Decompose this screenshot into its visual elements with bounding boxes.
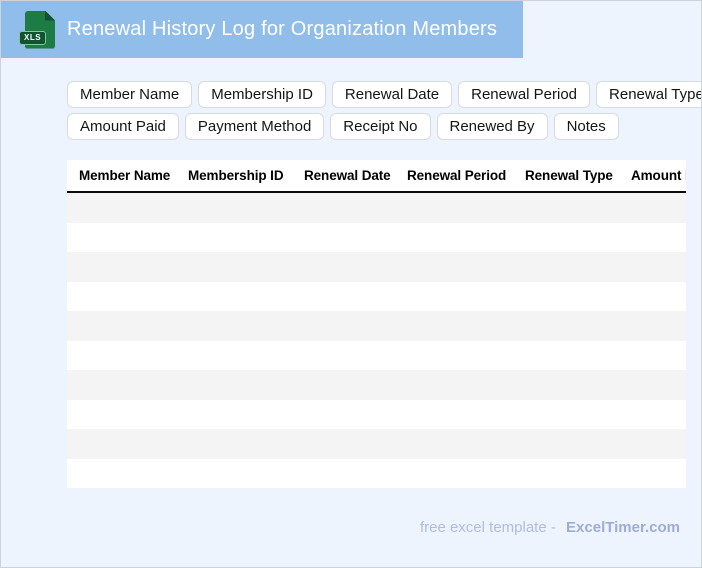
table-row — [67, 222, 686, 253]
chip-renewal-date[interactable]: Renewal Date — [331, 81, 453, 108]
col-header-renewal-type: Renewal Type — [525, 168, 613, 183]
footer-text: free excel template - — [419, 519, 556, 536]
footer-credit: free excel template - ExcelTimer.com — [420, 519, 680, 536]
chip-member-name[interactable]: Member Name — [67, 81, 193, 108]
table-viewport: Member Name Membership ID Renewal Date R… — [67, 160, 686, 491]
title-bar: XLS Renewal History Log for Organization… — [1, 1, 523, 58]
chip-row-2: Amount Paid Payment Method Receipt No Re… — [67, 113, 697, 140]
table-row — [67, 281, 686, 312]
xls-badge-label: XLS — [19, 30, 47, 45]
chip-row-1: Member Name Membership ID Renewal Date R… — [67, 81, 701, 108]
table-row — [67, 311, 686, 341]
col-header-amount-paid: Amount Paid — [631, 168, 686, 183]
chip-amount-paid[interactable]: Amount Paid — [67, 113, 179, 140]
col-header-renewal-period: Renewal Period — [407, 168, 507, 183]
xls-file-icon: XLS — [19, 10, 55, 49]
col-header-member-name: Member Name — [79, 168, 171, 183]
chip-receipt-no[interactable]: Receipt No — [330, 113, 431, 140]
table-row — [67, 429, 686, 459]
chip-renewed-by[interactable]: Renewed By — [436, 113, 548, 140]
column-chips: Member Name Membership ID Renewal Date R… — [67, 81, 701, 145]
table-row — [67, 340, 686, 371]
chip-membership-id[interactable]: Membership ID — [198, 81, 326, 108]
footer-brand-link[interactable]: ExcelTimer.com — [566, 519, 680, 536]
chip-payment-method[interactable]: Payment Method — [184, 113, 325, 140]
table-rows — [67, 193, 686, 489]
chip-renewal-period[interactable]: Renewal Period — [458, 81, 591, 108]
page: XLS Renewal History Log for Organization… — [0, 0, 702, 568]
chip-renewal-type[interactable]: Renewal Type — [596, 81, 701, 108]
table-row — [67, 458, 686, 489]
col-header-renewal-date: Renewal Date — [304, 168, 391, 183]
table-row — [67, 252, 686, 282]
table-header-row: Member Name Membership ID Renewal Date R… — [67, 160, 686, 193]
chip-notes[interactable]: Notes — [553, 113, 619, 140]
col-header-membership-id: Membership ID — [188, 168, 284, 183]
table-row — [67, 370, 686, 400]
table-row — [67, 193, 686, 223]
page-title: Renewal History Log for Organization Mem… — [67, 18, 498, 40]
folded-corner — [45, 10, 55, 21]
table-row — [67, 399, 686, 430]
